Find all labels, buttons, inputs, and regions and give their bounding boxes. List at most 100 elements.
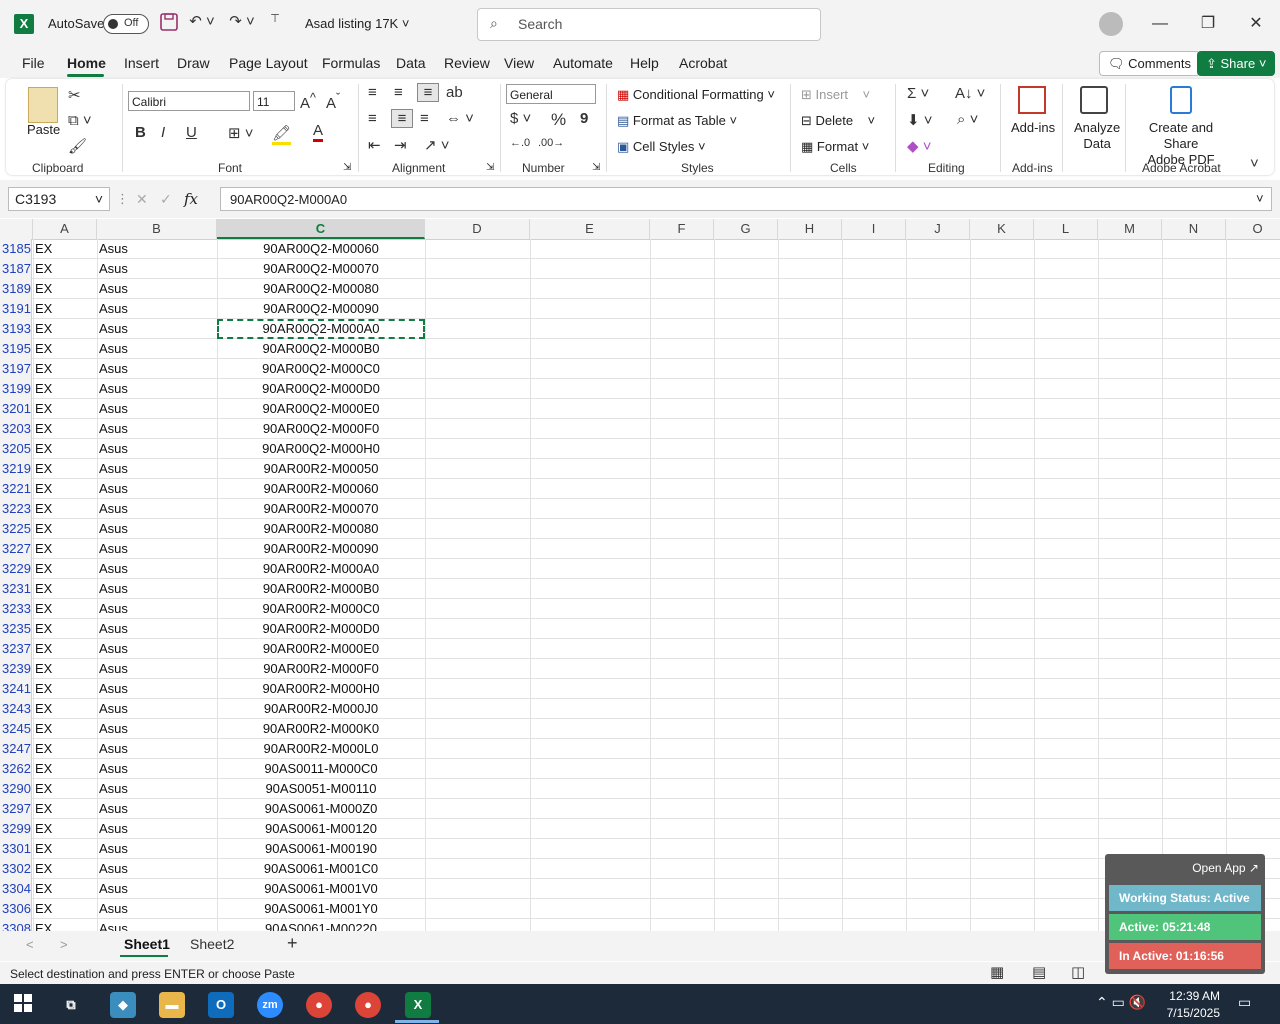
cell-c[interactable]: 90AR00R2-M000D0 bbox=[217, 619, 425, 639]
analyze-data-button[interactable]: Analyze Data bbox=[1074, 120, 1120, 152]
cell-c[interactable]: 90AS0061-M001Y0 bbox=[217, 899, 425, 919]
page-break-view-icon[interactable]: ◫ bbox=[1071, 963, 1085, 981]
cell-c[interactable]: 90AS0061-M00190 bbox=[217, 839, 425, 859]
cell-b[interactable]: Asus bbox=[99, 359, 128, 379]
outlook-icon[interactable]: O bbox=[208, 992, 234, 1018]
chrome-icon[interactable]: ● bbox=[306, 992, 332, 1018]
cell-a[interactable]: EX bbox=[35, 319, 52, 339]
format-painter-icon[interactable]: 🖌 bbox=[68, 137, 87, 155]
clock[interactable]: 12:39 AM 7/15/2025 bbox=[1160, 988, 1220, 1022]
align-bottom-icon[interactable]: ≡ bbox=[417, 83, 439, 102]
tab-data[interactable]: Data bbox=[396, 55, 426, 71]
tab-formulas[interactable]: Formulas bbox=[322, 55, 380, 71]
column-header-e[interactable]: E bbox=[530, 219, 650, 239]
orientation-icon[interactable]: ↗ ˅ bbox=[424, 136, 450, 154]
row-number[interactable]: 3241 bbox=[0, 679, 32, 699]
font-color-icon[interactable]: A bbox=[313, 122, 324, 142]
cell-c[interactable]: 90AS0011-M000C0 bbox=[217, 759, 425, 779]
cell-c[interactable]: 90AS0061-M000Z0 bbox=[217, 799, 425, 819]
cell-a[interactable]: EX bbox=[35, 679, 52, 699]
analyze-data-icon[interactable] bbox=[1080, 86, 1108, 114]
cell-a[interactable]: EX bbox=[35, 539, 52, 559]
underline-button[interactable]: U bbox=[186, 124, 197, 141]
cell-b[interactable]: Asus bbox=[99, 539, 128, 559]
number-format-select[interactable]: General bbox=[506, 84, 596, 104]
cell-c[interactable]: 90AS0061-M00220 bbox=[217, 919, 425, 931]
column-header-h[interactable]: H bbox=[778, 219, 842, 239]
customize-toolbar-icon[interactable]: ⊤ bbox=[266, 12, 284, 25]
cell-a[interactable]: EX bbox=[35, 779, 52, 799]
cell-a[interactable]: EX bbox=[35, 559, 52, 579]
cell-b[interactable]: Asus bbox=[99, 719, 128, 739]
align-top-icon[interactable]: ≡ bbox=[368, 84, 377, 101]
cell-b[interactable]: Asus bbox=[99, 379, 128, 399]
cell-a[interactable]: EX bbox=[35, 859, 52, 879]
file-name[interactable]: Asad listing 17K ˅ bbox=[305, 16, 409, 31]
cell-c[interactable]: 90AR00R2-M000H0 bbox=[217, 679, 425, 699]
name-box[interactable]: C3193 ˅ bbox=[8, 187, 110, 211]
cell-b[interactable]: Asus bbox=[99, 819, 128, 839]
cell-b[interactable]: Asus bbox=[99, 279, 128, 299]
cell-b[interactable]: Asus bbox=[99, 879, 128, 899]
cell-b[interactable]: Asus bbox=[99, 399, 128, 419]
select-all-corner[interactable] bbox=[0, 219, 33, 239]
row-number[interactable]: 3297 bbox=[0, 799, 32, 819]
cell-c[interactable]: 90AR00R2-M000A0 bbox=[217, 559, 425, 579]
cell-a[interactable]: EX bbox=[35, 399, 52, 419]
windows-start-icon[interactable] bbox=[14, 994, 32, 1012]
cell-b[interactable]: Asus bbox=[99, 919, 128, 931]
collapse-ribbon-icon[interactable]: ˅ bbox=[1250, 155, 1259, 172]
alignment-launcher-icon[interactable]: ⇲ bbox=[486, 162, 494, 173]
cell-c[interactable]: 90AR00Q2-M000E0 bbox=[217, 399, 425, 419]
cell-b[interactable]: Asus bbox=[99, 679, 128, 699]
cell-a[interactable]: EX bbox=[35, 379, 52, 399]
save-icon[interactable] bbox=[160, 13, 178, 31]
file-explorer-icon[interactable]: ▬ bbox=[159, 992, 185, 1018]
font-launcher-icon[interactable]: ⇲ bbox=[343, 162, 351, 173]
borders-icon[interactable]: ⊞ ˅ bbox=[228, 124, 254, 142]
align-left-icon[interactable]: ≡ bbox=[368, 110, 377, 127]
column-header-c[interactable]: C bbox=[217, 219, 425, 239]
row-number[interactable]: 3237 bbox=[0, 639, 32, 659]
create-pdf-icon[interactable] bbox=[1170, 86, 1192, 114]
row-number[interactable]: 3189 bbox=[0, 279, 32, 299]
cell-a[interactable]: EX bbox=[35, 899, 52, 919]
row-number[interactable]: 3243 bbox=[0, 699, 32, 719]
undo-icon[interactable]: ↶ ˅ bbox=[188, 12, 216, 30]
cell-a[interactable]: EX bbox=[35, 919, 52, 931]
cell-c[interactable]: 90AR00Q2-M000C0 bbox=[217, 359, 425, 379]
cell-b[interactable]: Asus bbox=[99, 459, 128, 479]
paste-button[interactable]: Paste bbox=[27, 122, 60, 137]
cell-b[interactable]: Asus bbox=[99, 559, 128, 579]
expand-formula-icon[interactable]: ˅ bbox=[1256, 191, 1264, 206]
cell-b[interactable]: Asus bbox=[99, 699, 128, 719]
search-box[interactable]: ⌕ Search bbox=[477, 8, 821, 41]
format-as-table-button[interactable]: ▤ Format as Table ˅ bbox=[617, 113, 737, 129]
task-view-icon[interactable]: ⧉ bbox=[58, 992, 84, 1018]
cell-b[interactable]: Asus bbox=[99, 419, 128, 439]
cell-a[interactable]: EX bbox=[35, 799, 52, 819]
page-layout-view-icon[interactable]: ▤ bbox=[1032, 963, 1046, 981]
decrease-indent-icon[interactable]: ⇤ bbox=[368, 136, 381, 154]
chrome-profile-icon[interactable]: ● bbox=[355, 992, 381, 1018]
fill-icon[interactable]: ⬇ ˅ bbox=[907, 111, 933, 129]
open-app-link[interactable]: Open App ↗ bbox=[1192, 861, 1259, 875]
increase-indent-icon[interactable]: ⇥ bbox=[394, 136, 407, 154]
cell-a[interactable]: EX bbox=[35, 279, 52, 299]
cell-c[interactable]: 90AS0061-M00120 bbox=[217, 819, 425, 839]
row-number[interactable]: 3262 bbox=[0, 759, 32, 779]
cell-a[interactable]: EX bbox=[35, 759, 52, 779]
cell-b[interactable]: Asus bbox=[99, 339, 128, 359]
column-header-m[interactable]: M bbox=[1098, 219, 1162, 239]
comments-button[interactable]: 🗨 Comments bbox=[1099, 51, 1200, 76]
cell-a[interactable]: EX bbox=[35, 819, 52, 839]
cell-c[interactable]: 90AR00R2-M00050 bbox=[217, 459, 425, 479]
cell-a[interactable]: EX bbox=[35, 339, 52, 359]
column-header-j[interactable]: J bbox=[906, 219, 970, 239]
cell-b[interactable]: Asus bbox=[99, 259, 128, 279]
scroll-sheets-left-icon[interactable]: < bbox=[26, 937, 34, 952]
cell-b[interactable]: Asus bbox=[99, 239, 128, 259]
row-number[interactable]: 3197 bbox=[0, 359, 32, 379]
paste-icon[interactable] bbox=[28, 87, 58, 123]
cell-c[interactable]: 90AS0061-M001C0 bbox=[217, 859, 425, 879]
